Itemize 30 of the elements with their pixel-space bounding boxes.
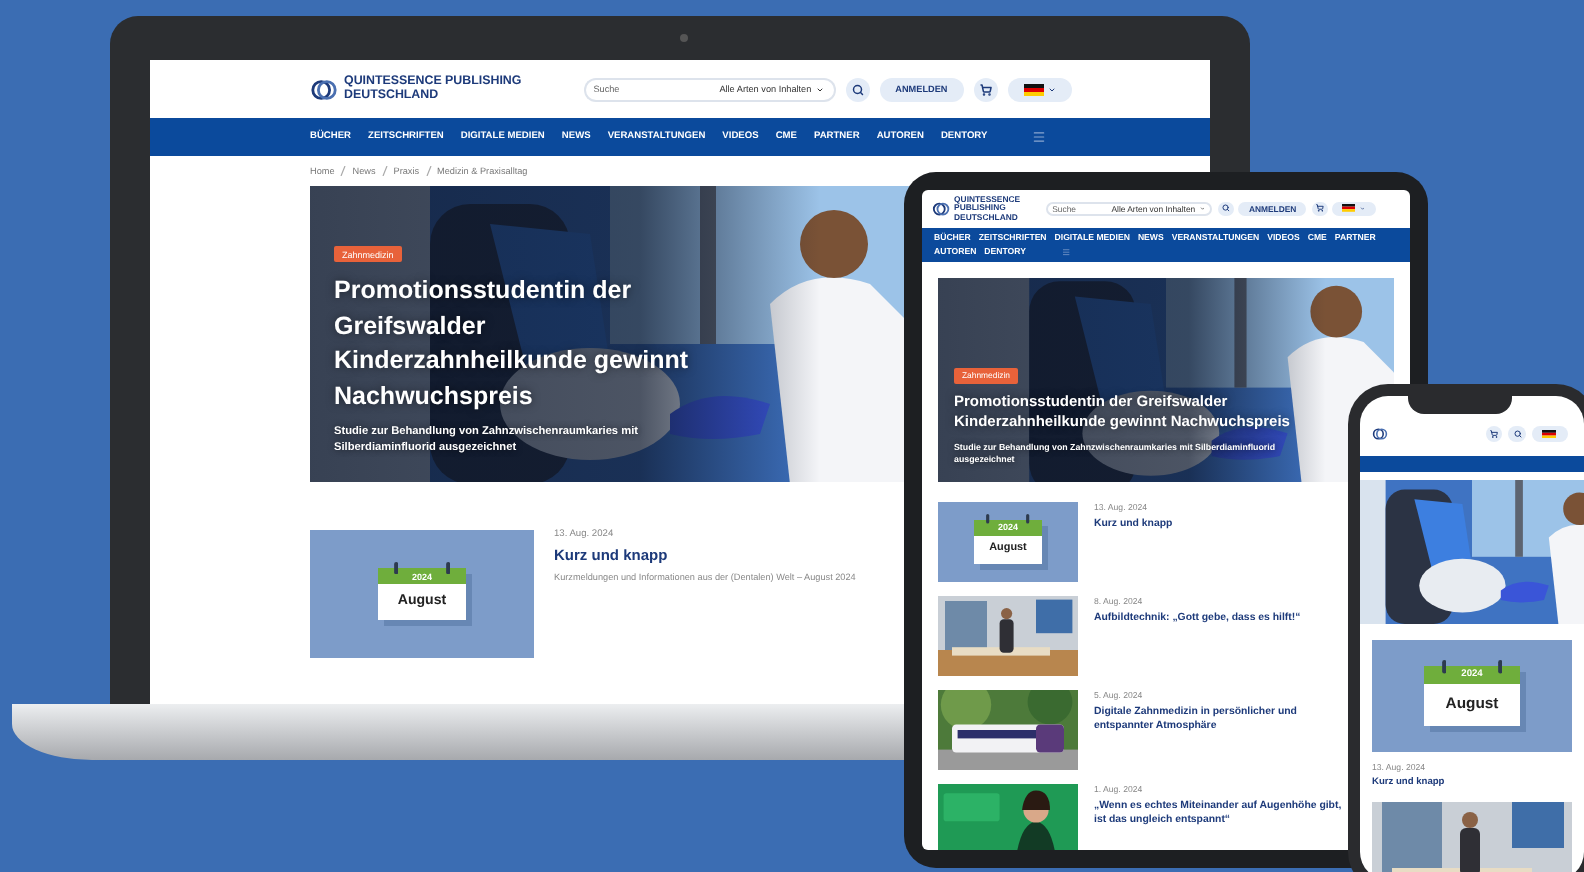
- separator-icon: [381, 166, 388, 176]
- cart-icon: [979, 83, 992, 95]
- cart-icon: [1315, 204, 1324, 213]
- binder-ring-icon: [445, 561, 451, 575]
- flag-icon: [1023, 83, 1044, 95]
- hero-title[interactable]: Promotionsstudentin der Greifswalder Kinderzahnheilkunde gewinnt Nachwuchspreis: [334, 274, 714, 415]
- search-icon: [851, 83, 864, 95]
- search-icon: [1221, 204, 1230, 213]
- search-button[interactable]: [1217, 201, 1234, 217]
- logo-icon: [932, 199, 951, 218]
- language-button[interactable]: [1531, 425, 1568, 443]
- search-button[interactable]: [1508, 425, 1526, 443]
- cart-icon: [1490, 429, 1499, 438]
- language-button[interactable]: [1332, 201, 1376, 217]
- cart-button[interactable]: [973, 77, 998, 101]
- flag-icon: [1542, 429, 1557, 439]
- separator-icon: [425, 166, 432, 176]
- menu-icon[interactable]: [1032, 130, 1047, 144]
- cart-button[interactable]: [1486, 425, 1503, 443]
- search-icon: [1513, 429, 1522, 438]
- logo-icon: [310, 75, 338, 103]
- camera-icon: [680, 34, 688, 42]
- flag-icon: [1342, 204, 1356, 213]
- language-button[interactable]: [1007, 77, 1072, 101]
- search-button[interactable]: [845, 77, 870, 101]
- phone-notch: [1408, 396, 1512, 414]
- binder-ring-icon: [1497, 660, 1503, 675]
- binder-ring-icon: [393, 561, 399, 575]
- separator-icon: [340, 166, 347, 176]
- cart-button[interactable]: [1311, 201, 1328, 217]
